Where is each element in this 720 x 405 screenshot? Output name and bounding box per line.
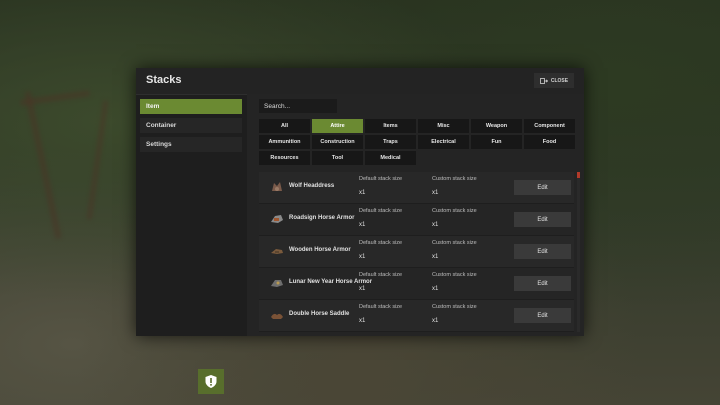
list-scrollbar[interactable] <box>577 172 580 332</box>
item-row: Roadsign Horse Armor Default stack size … <box>259 204 574 236</box>
category-construction[interactable]: Construction <box>312 135 363 149</box>
category-attire[interactable]: Attire <box>312 119 363 133</box>
custom-size-value: x1 <box>432 318 439 324</box>
custom-size-label: Custom stack size <box>432 240 477 246</box>
default-size-label: Default stack size <box>359 272 403 278</box>
background-post <box>86 100 109 220</box>
item-row: Double Horse Saddle Default stack size x… <box>259 300 574 332</box>
default-size-label: Default stack size <box>359 240 403 246</box>
default-size-value: x1 <box>359 222 366 228</box>
wooden-horse-armor-icon <box>271 249 283 254</box>
default-size-label: Default stack size <box>359 208 403 214</box>
custom-size-value: x1 <box>432 286 439 292</box>
category-component[interactable]: Component <box>524 119 575 133</box>
double-horse-saddle-icon <box>271 313 283 319</box>
edit-button[interactable]: Edit <box>514 308 571 323</box>
category-weapon[interactable]: Weapon <box>471 119 522 133</box>
sidebar: Item Container Settings <box>140 99 242 156</box>
edit-button[interactable]: Edit <box>514 180 571 195</box>
roadsign-horse-armor-icon <box>271 215 283 223</box>
default-size-value: x1 <box>359 286 366 292</box>
custom-size-label: Custom stack size <box>432 272 477 278</box>
sidebar-item-settings[interactable]: Settings <box>140 137 242 152</box>
sidebar-item-item[interactable]: Item <box>140 99 242 114</box>
category-tool[interactable]: Tool <box>312 151 363 165</box>
category-all[interactable]: All <box>259 119 310 133</box>
item-name: Roadsign Horse Armor <box>289 215 355 221</box>
custom-size-value: x1 <box>432 254 439 260</box>
custom-size-label: Custom stack size <box>432 304 477 310</box>
category-medical[interactable]: Medical <box>365 151 416 165</box>
default-size-label: Default stack size <box>359 304 403 310</box>
modal-title: Stacks <box>146 74 182 86</box>
category-grid: All Attire Items Misc Weapon Component A… <box>259 119 578 165</box>
lunar-horse-armor-icon <box>271 280 283 287</box>
category-ammunition[interactable]: Ammunition <box>259 135 310 149</box>
stacks-modal: Stacks CLOSE Item Container Settings All… <box>136 68 584 336</box>
category-food[interactable]: Food <box>524 135 575 149</box>
close-label: CLOSE <box>550 77 569 84</box>
custom-size-value: x1 <box>432 190 439 196</box>
default-size-label: Default stack size <box>359 176 403 182</box>
content-panel: All Attire Items Misc Weapon Component A… <box>247 94 584 336</box>
edit-button[interactable]: Edit <box>514 244 571 259</box>
category-misc[interactable]: Misc <box>418 119 469 133</box>
edit-button[interactable]: Edit <box>514 276 571 291</box>
modal-header: Stacks CLOSE <box>136 68 584 95</box>
item-row: Wolf Headdress Default stack size x1 Cus… <box>259 172 574 204</box>
category-items[interactable]: Items <box>365 119 416 133</box>
item-name: Wolf Headdress <box>289 183 335 189</box>
wolf-headdress-icon <box>272 182 282 191</box>
search-input[interactable] <box>259 99 337 113</box>
item-name: Lunar New Year Horse Armor <box>289 279 373 285</box>
custom-size-value: x1 <box>432 222 439 228</box>
exit-door-icon <box>539 77 548 84</box>
default-size-value: x1 <box>359 318 366 324</box>
custom-size-label: Custom stack size <box>432 208 477 214</box>
category-resources[interactable]: Resources <box>259 151 310 165</box>
category-electrical[interactable]: Electrical <box>418 135 469 149</box>
item-name: Wooden Horse Armor <box>289 247 351 253</box>
edit-button[interactable]: Edit <box>514 212 571 227</box>
default-size-value: x1 <box>359 190 366 196</box>
scrollbar-thumb[interactable] <box>577 172 580 178</box>
shield-alert-icon <box>205 375 217 388</box>
default-size-value: x1 <box>359 254 366 260</box>
item-list: Wolf Headdress Default stack size x1 Cus… <box>259 172 574 332</box>
category-traps[interactable]: Traps <box>365 135 416 149</box>
background-post <box>24 91 62 239</box>
custom-size-label: Custom stack size <box>432 176 477 182</box>
item-row: Lunar New Year Horse Armor Default stack… <box>259 268 574 300</box>
close-button[interactable]: CLOSE <box>534 73 574 88</box>
shield-button[interactable] <box>198 369 224 394</box>
item-row: Wooden Horse Armor Default stack size x1… <box>259 236 574 268</box>
sidebar-item-container[interactable]: Container <box>140 118 242 133</box>
category-fun[interactable]: Fun <box>471 135 522 149</box>
item-name: Double Horse Saddle <box>289 311 350 317</box>
